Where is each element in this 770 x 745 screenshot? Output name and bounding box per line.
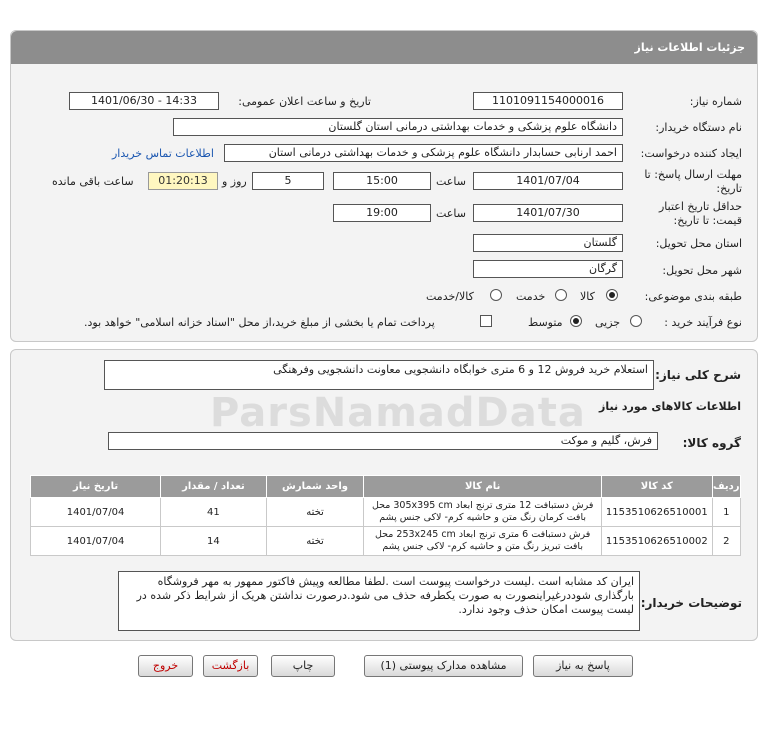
- table-header-row: ردیف کد کالا نام کالا واحد شمارش تعداد /…: [29, 475, 742, 498]
- cell-code: 1153510626510001: [601, 497, 713, 527]
- deadline-label-date: تاریخ:: [716, 182, 742, 195]
- deadline-time-field[interactable]: 15:00: [333, 172, 431, 190]
- print-button[interactable]: چاپ: [271, 655, 335, 677]
- need-number-field[interactable]: 1101091154000016: [473, 92, 623, 110]
- col-code: کد کالا: [601, 475, 713, 498]
- process-label: نوع فرآیند خرید :: [664, 316, 742, 329]
- buyer-notes-field[interactable]: ایران کد مشابه است .لیست درخواست پیوست ا…: [118, 571, 640, 631]
- summary-label: شرح کلی نیاز:: [655, 368, 741, 382]
- cell-qty: 14: [160, 526, 267, 556]
- province-field[interactable]: گلستان: [473, 234, 623, 252]
- category-radio-goods-service[interactable]: [490, 289, 502, 301]
- announce-field[interactable]: 1401/06/30 - 14:33: [69, 92, 219, 110]
- process-radio-medium[interactable]: [570, 315, 582, 327]
- treasury-checkbox[interactable]: [480, 315, 492, 327]
- city-field[interactable]: گرگان: [473, 260, 623, 278]
- col-date: تاریخ نیاز: [29, 475, 162, 498]
- panel-title: جزئیات اطلاعات نیاز: [634, 41, 746, 54]
- exit-button[interactable]: خروج: [138, 655, 193, 677]
- payment-note: پرداخت تمام یا بخشی از مبلغ خرید،از محل …: [84, 316, 435, 329]
- category-option-goods-service: کالا/خدمت: [426, 290, 474, 303]
- requester-field[interactable]: احمد ارنابی حسابدار دانشگاه علوم پزشکی و…: [224, 144, 623, 162]
- days-field[interactable]: 5: [252, 172, 324, 190]
- process-option-minor: جزیی: [595, 316, 621, 329]
- cell-unit: تخته: [265, 526, 365, 556]
- back-button[interactable]: بازگشت: [203, 655, 258, 677]
- category-option-service: خدمت: [516, 290, 546, 303]
- panel-header: جزئیات اطلاعات نیاز: [11, 31, 757, 64]
- validity-label: حداقل تاریخ اعتبار: [658, 200, 742, 213]
- validity-label-date: قیمت: تا تاریخ:: [673, 214, 742, 227]
- validity-date-field[interactable]: 1401/07/30: [473, 204, 623, 222]
- cell-name: فرش دستبافت 6 متری ترنج ابعاد 253x245 cm…: [363, 526, 603, 556]
- announce-label: تاریخ و ساعت اعلان عمومی:: [238, 95, 371, 108]
- buyer-contact-link[interactable]: اطلاعات تماس خریدار: [112, 147, 214, 160]
- cell-date: 1401/07/04: [29, 497, 162, 527]
- deadline-time-label: ساعت: [436, 175, 466, 188]
- process-option-medium: متوسط: [528, 316, 563, 329]
- summary-field[interactable]: استعلام خرید فروش 12 و 6 متری خوابگاه دا…: [104, 360, 654, 390]
- table-row[interactable]: 1 1153510626510001 فرش دستبافت 12 متری ت…: [29, 497, 742, 527]
- cell-date: 1401/07/04: [29, 526, 162, 556]
- table-row[interactable]: 2 1153510626510002 فرش دستبافت 6 متری تر…: [29, 526, 742, 556]
- watermark-text: ParsNamadData: [210, 390, 586, 436]
- city-label: شهر محل تحویل:: [662, 264, 742, 277]
- category-radio-service[interactable]: [555, 289, 567, 301]
- cell-unit: تخته: [265, 497, 365, 527]
- cell-name: فرش دستبافت 12 متری ترنج ابعاد 305x395 c…: [363, 497, 603, 527]
- buyer-org-field[interactable]: دانشگاه علوم پزشکی و خدمات بهداشتی درمان…: [173, 118, 623, 136]
- cell-qty: 41: [160, 497, 267, 527]
- validity-time-label: ساعت: [436, 207, 466, 220]
- cell-row: 1: [711, 497, 742, 527]
- buyer-notes-label: توضیحات خریدار:: [640, 596, 742, 610]
- cell-row: 2: [711, 526, 742, 556]
- requester-label: ایجاد کننده درخواست:: [640, 147, 742, 160]
- goods-info-title: اطلاعات کالاهای مورد نیاز: [599, 400, 741, 413]
- need-number-label: شماره نیاز:: [689, 95, 742, 108]
- remaining-time-field: 01:20:13: [148, 172, 218, 190]
- col-unit: واحد شمارش: [265, 475, 365, 498]
- deadline-label: مهلت ارسال پاسخ: تا: [644, 168, 742, 181]
- reply-button[interactable]: پاسخ به نیاز: [533, 655, 633, 677]
- goods-table: ردیف کد کالا نام کالا واحد شمارش تعداد /…: [29, 475, 742, 556]
- cell-code: 1153510626510002: [601, 526, 713, 556]
- category-radio-goods[interactable]: [606, 289, 618, 301]
- deadline-date-field[interactable]: 1401/07/04: [473, 172, 623, 190]
- col-row: ردیف: [711, 475, 742, 498]
- col-qty: تعداد / مقدار: [160, 475, 267, 498]
- buyer-org-label: نام دستگاه خریدار:: [655, 121, 742, 134]
- goods-group-label: گروه کالا:: [682, 436, 741, 450]
- process-radio-minor[interactable]: [630, 315, 642, 327]
- top-bar: [0, 0, 770, 18]
- category-label: طبقه بندی موضوعی:: [644, 290, 742, 303]
- validity-time-field[interactable]: 19:00: [333, 204, 431, 222]
- days-label: روز و: [222, 175, 247, 188]
- col-name: نام کالا: [363, 475, 603, 498]
- remaining-label: ساعت باقی مانده: [52, 175, 134, 188]
- attachments-button[interactable]: مشاهده مدارک پیوستی (1): [364, 655, 523, 677]
- province-label: استان محل تحویل:: [655, 237, 742, 250]
- category-option-goods: کالا: [580, 290, 595, 303]
